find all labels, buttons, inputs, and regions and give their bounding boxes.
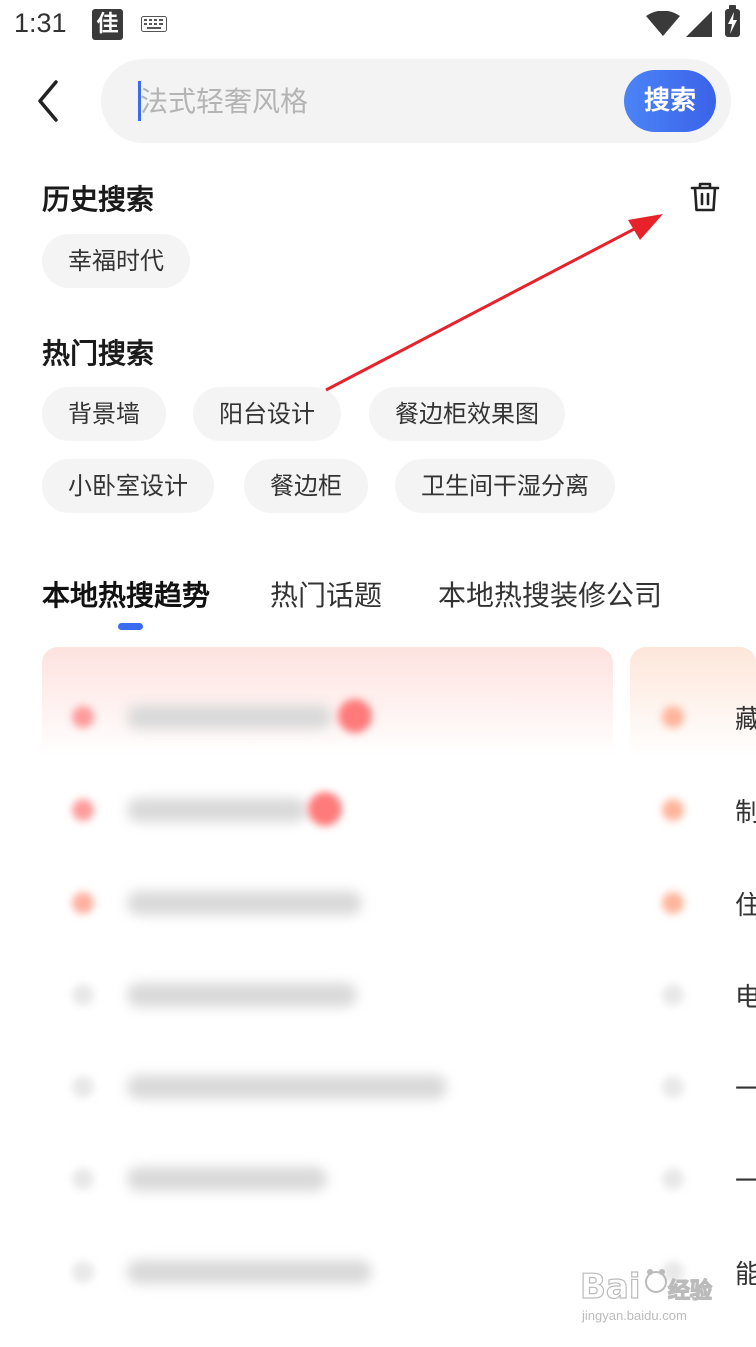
signal-icon (686, 11, 712, 37)
trend-card (42, 647, 613, 1347)
rank-badge (662, 984, 684, 1006)
rank-badge (72, 1168, 94, 1190)
trend-row[interactable] (42, 1159, 613, 1199)
rank-badge (662, 892, 684, 914)
svg-text:Bai: Bai (580, 1267, 641, 1307)
rank-badge (662, 799, 684, 821)
rank-badge (72, 706, 94, 728)
rank-badge (662, 706, 684, 728)
svg-text:经验: 经验 (668, 1278, 712, 1304)
trend-row[interactable] (42, 1067, 613, 1107)
hot-chip[interactable]: 餐边柜 (244, 459, 368, 513)
blurred-text (127, 891, 362, 915)
trend-row[interactable] (42, 883, 613, 923)
blurred-text (127, 1167, 327, 1191)
hot-badge (308, 792, 342, 826)
trash-icon[interactable] (688, 180, 722, 214)
search-bar: 搜索 (101, 59, 731, 143)
peek-text: 住 (735, 891, 756, 921)
rank-badge (72, 1261, 94, 1283)
peek-text: 一 (735, 1075, 756, 1105)
hot-badge (338, 699, 372, 733)
rank-badge (72, 892, 94, 914)
peek-text: 藏 (735, 705, 756, 735)
trend-row[interactable] (42, 790, 613, 830)
rank-badge (72, 799, 94, 821)
blurred-text (127, 983, 357, 1007)
blurred-text (127, 1260, 372, 1284)
hot-chip[interactable]: 背景墙 (42, 387, 166, 441)
trend-row[interactable] (42, 975, 613, 1015)
app-notification-icon: 佳 (92, 9, 123, 40)
hot-chip[interactable]: 卫生间干湿分离 (395, 459, 615, 513)
peek-text: 一 (735, 1167, 756, 1197)
rank-badge (72, 1076, 94, 1098)
tab-local-hot-trend[interactable]: 本地热搜趋势 (42, 574, 210, 614)
peek-text: 电 (735, 983, 756, 1013)
tab-indicator (118, 623, 143, 630)
back-arrow-icon[interactable] (30, 78, 70, 124)
wifi-icon (646, 11, 680, 36)
tab-local-hot-companies[interactable]: 本地热搜装修公司 (438, 574, 662, 614)
blurred-text (127, 705, 332, 729)
search-input[interactable] (138, 73, 610, 129)
rank-badge (72, 984, 94, 1006)
rank-badge (662, 1168, 684, 1190)
history-chip[interactable]: 幸福时代 (42, 234, 190, 288)
search-button[interactable]: 搜索 (624, 70, 716, 132)
hot-search-title: 热门搜索 (42, 337, 155, 370)
trend-row[interactable] (42, 697, 613, 737)
blurred-text (127, 1075, 447, 1099)
history-search-title: 历史搜索 (42, 183, 155, 216)
status-time: 1:31 (14, 8, 67, 38)
baidu-watermark-logo: Bai 经验 jingyan.baidu.com (579, 1266, 712, 1323)
tab-hot-topics[interactable]: 热门话题 (270, 574, 382, 614)
peek-text: 制 (735, 798, 756, 828)
hot-chip[interactable]: 小卧室设计 (42, 459, 214, 513)
battery-charging-icon (725, 5, 740, 37)
trend-row[interactable] (42, 1252, 613, 1292)
hot-chip[interactable]: 阳台设计 (193, 387, 341, 441)
topic-card-peek: 藏 制 住 电 一 一 能 (630, 647, 756, 1347)
peek-text: 能 (735, 1260, 756, 1290)
rank-badge (662, 1076, 684, 1098)
hot-chip[interactable]: 餐边柜效果图 (369, 387, 565, 441)
svg-text:jingyan.baidu.com: jingyan.baidu.com (581, 1308, 687, 1323)
keyboard-icon (141, 16, 167, 32)
blurred-text (127, 798, 307, 822)
